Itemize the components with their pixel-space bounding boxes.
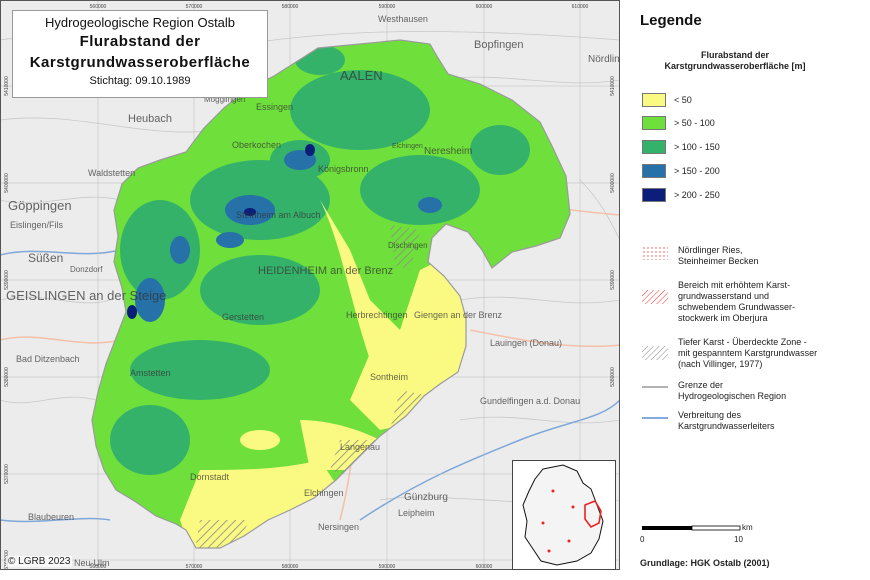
place-label: Sontheim [370, 372, 408, 382]
place-label: GEISLINGEN an der Steige [6, 288, 166, 303]
scale-tick-10: 10 [734, 535, 743, 544]
place-label: Dischingen [388, 241, 428, 250]
y-tick-label: 5400000 [4, 173, 10, 193]
overview-inset-map [512, 460, 616, 570]
legend-label: > 150 - 200 [674, 166, 720, 176]
reference-date: Stichtag: 09.10.1989 [89, 75, 191, 87]
scale-bar: 0 10 km [640, 520, 780, 546]
legend-text-aquifer-extent: Verbreitung des Karstgrundwasserleiters [678, 410, 863, 432]
y-tick-label: 5380000 [4, 367, 10, 387]
place-label: AALEN [340, 68, 383, 83]
place-label: Steinheim am Albuch [236, 210, 321, 220]
y-tick-label: 5390000 [610, 270, 616, 290]
legend-text-deep-karst: Tiefer Karst - Überdeckte Zone - mit ges… [678, 337, 863, 370]
main-title-line1: Flurabstand der [79, 33, 201, 50]
legend-panel: Legende Flurabstand der Karstgrundwasser… [630, 0, 870, 580]
place-label: Günzburg [404, 492, 448, 503]
legend-subtitle-line1: Flurabstand der [700, 50, 769, 60]
place-label: Langenau [340, 442, 380, 452]
legend-text-region-boundary: Grenze der Hydrogeologischen Region [678, 380, 863, 402]
place-label: Blaubeuren [28, 512, 74, 522]
main-title-line2: Karstgrundwasseroberfläche [29, 54, 251, 71]
place-label: Herbrechtingen [346, 310, 408, 320]
x-tick-label: 580000 [282, 4, 299, 10]
place-label: Eislingen/Fils [10, 220, 64, 230]
legend-pattern-elevated [642, 290, 668, 304]
y-tick-label: 5390000 [4, 270, 10, 290]
legend-pattern-ries [642, 246, 668, 260]
y-tick-label: 5380000 [610, 367, 616, 387]
legend-subtitle: Flurabstand der Karstgrundwasseroberfläc… [630, 50, 840, 72]
legend-label: > 50 - 100 [674, 118, 715, 128]
legend-line: schwebendem Grundwasser- [678, 302, 796, 312]
legend-swatch [642, 164, 666, 178]
place-label: Süßen [28, 251, 63, 265]
legend-text-elevated: Bereich mit erhöhtem Karst- grundwassers… [678, 280, 863, 324]
place-label: Neresheim [424, 146, 472, 157]
legend-line: Tiefer Karst - Überdeckte Zone - [678, 337, 807, 347]
legend-line-aquifer-extent [642, 417, 668, 419]
legend-swatch [642, 188, 666, 202]
x-tick-label: 590000 [379, 4, 396, 10]
legend-label: < 50 [674, 95, 692, 105]
legend-line: grundwasserstand und [678, 291, 770, 301]
legend-line: Verbreitung des [678, 410, 742, 420]
legend-pattern-deep-karst [642, 346, 668, 360]
legend-swatch [642, 116, 666, 130]
legend-line: stockwerk im Oberjura [678, 313, 768, 323]
region-title: Hydrogeologische Region Ostalb [44, 15, 236, 30]
legend-swatch [642, 93, 666, 107]
place-label: Bad Ditzenbach [16, 354, 80, 364]
place-label: Westhausen [378, 14, 428, 24]
x-tick-label: 610000 [572, 4, 589, 10]
legend-line-region-boundary [642, 386, 668, 388]
legend-swatch [642, 140, 666, 154]
legend-line: Steinheimer Becken [678, 256, 759, 266]
place-label: HEIDENHEIM an der Brenz [258, 265, 393, 277]
y-tick-label: 5410000 [610, 76, 616, 96]
place-label: Königsbronn [318, 164, 369, 174]
legend-line: Grenze der [678, 380, 724, 390]
scale-tick-0: 0 [640, 535, 645, 544]
place-label: Oberkochen [232, 140, 281, 150]
legend-line: (nach Villinger, 1977) [678, 359, 763, 369]
place-label: Elchingen [392, 143, 423, 150]
x-tick-label: 600000 [476, 4, 493, 10]
place-label: Essingen [256, 102, 293, 112]
legend-line: Nördlinger Ries, [678, 245, 743, 255]
legend-line: mit gespanntem Karstgrundwasser [678, 348, 818, 358]
map-title-box: Hydrogeologische Region Ostalb Flurabsta… [12, 10, 268, 98]
legend-line: Bereich mit erhöhtem Karst- [678, 280, 791, 290]
legend-line: Karstgrundwasserleiters [678, 421, 775, 431]
legend-heading: Legende [640, 12, 702, 29]
place-label: Elchingen [304, 488, 344, 498]
legend-line: Hydrogeologischen Region [678, 391, 787, 401]
place-label: Gerstetten [222, 312, 264, 322]
place-label: Lauingen (Donau) [490, 338, 562, 348]
place-label: Donzdorf [70, 265, 103, 274]
place-label: Amstetten [130, 368, 171, 378]
scale-unit: km [742, 523, 753, 532]
legend-label: > 200 - 250 [674, 190, 720, 200]
legend-label: > 100 - 150 [674, 142, 720, 152]
place-label: Nersingen [318, 522, 359, 532]
legend-text-ries: Nördlinger Ries, Steinheimer Becken [678, 245, 863, 267]
place-label: Göppingen [8, 198, 72, 213]
y-tick-label: 5410000 [4, 76, 10, 96]
place-label: Gundelfingen a.d. Donau [480, 396, 580, 406]
data-source-note: Grundlage: HGK Ostalb (2001) [640, 558, 770, 568]
place-label: Nördlingen [588, 54, 620, 65]
place-label: Dornstadt [190, 472, 230, 482]
place-label: Heubach [128, 113, 172, 125]
place-label: Bopfingen [474, 39, 524, 51]
place-label: Waldstetten [88, 168, 135, 178]
place-label: Leipheim [398, 508, 435, 518]
copyright-notice: © LGRB 2023 [6, 556, 73, 567]
baden-wuerttemberg-outline [522, 464, 604, 566]
y-tick-label: 5370000 [4, 464, 10, 484]
place-label: Giengen an der Brenz [414, 310, 503, 320]
legend-subtitle-line2: Karstgrundwasseroberfläche [m] [664, 61, 806, 71]
y-tick-label: 5400000 [610, 173, 616, 193]
